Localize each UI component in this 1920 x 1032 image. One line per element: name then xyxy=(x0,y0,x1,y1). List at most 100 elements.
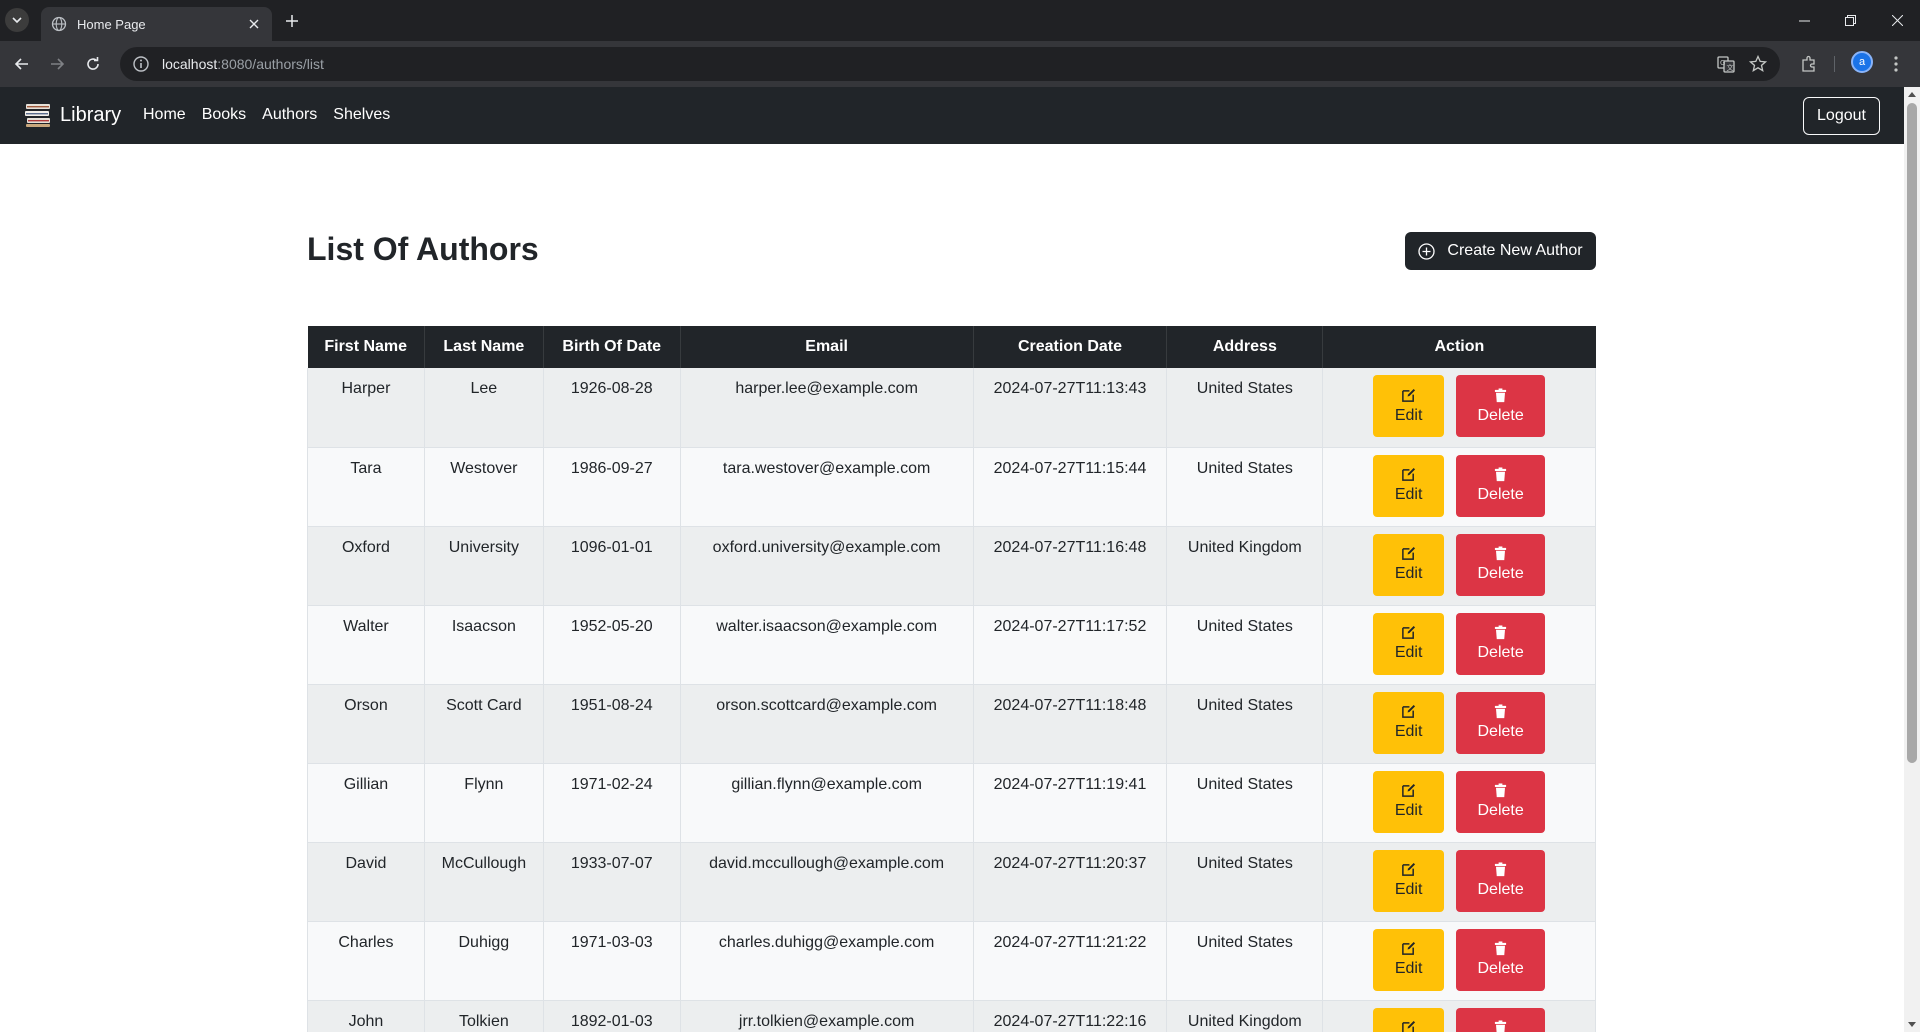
browser-menu-icon[interactable] xyxy=(1884,52,1908,76)
nav-authors[interactable]: Authors xyxy=(262,104,317,126)
delete-label: Delete xyxy=(1477,486,1524,503)
nav-shelves[interactable]: Shelves xyxy=(333,104,390,126)
table-row: Orson Scott Card 1951-08-24 orson.scottcard… xyxy=(307,684,1596,764)
edit-icon xyxy=(1401,941,1416,956)
action-cell: Edit Delete xyxy=(1322,368,1596,448)
table-row: Oxford University 1096-01-01 oxford.univers… xyxy=(307,526,1596,606)
birth-date-cell: 1952-05-20 xyxy=(543,605,681,685)
trash-icon xyxy=(1493,467,1508,482)
delete-button[interactable]: Delete xyxy=(1456,928,1546,991)
birth-date-cell: 1096-01-01 xyxy=(543,526,681,606)
delete-label: Delete xyxy=(1477,565,1524,582)
create-author-button[interactable]: Create New Author xyxy=(1405,232,1596,270)
address-cell: United States xyxy=(1166,684,1324,764)
scroll-down-icon[interactable] xyxy=(1908,1022,1916,1027)
toolbar-separator xyxy=(1834,56,1835,72)
header-creation-date: Creation Date xyxy=(973,326,1168,368)
delete-button[interactable]: Delete xyxy=(1456,375,1546,437)
trash-icon xyxy=(1493,704,1508,719)
scroll-up-icon[interactable] xyxy=(1908,92,1916,97)
profile-avatar[interactable]: a xyxy=(1851,51,1873,73)
scrollbar-thumb[interactable] xyxy=(1907,103,1917,763)
books-logo-icon xyxy=(25,104,50,127)
browser-toolbar: localhost:8080/authors/list G文 xyxy=(0,41,1920,87)
creation-date-cell: 2024-07-27T11:15:44 xyxy=(973,447,1168,527)
edit-button[interactable]: Edit xyxy=(1373,1007,1445,1032)
table-header: First Name Last Name Birth Of Date Email Cre… xyxy=(307,326,1596,368)
action-cell: Edit Delete xyxy=(1322,921,1596,1001)
table-row: Tara Westover 1986-09-27 tara.westover@exam… xyxy=(307,447,1596,527)
first-name-cell: Oxford xyxy=(307,526,425,606)
delete-label: Delete xyxy=(1477,644,1524,661)
minimize-icon[interactable] xyxy=(1781,0,1827,41)
nav-home[interactable]: Home xyxy=(143,104,186,126)
translate-icon[interactable]: G文 xyxy=(1714,52,1738,76)
back-icon[interactable] xyxy=(10,52,34,76)
delete-button[interactable]: Delete xyxy=(1456,1007,1546,1032)
creation-date-cell: 2024-07-27T11:22:16 xyxy=(973,1000,1168,1032)
address-bar[interactable]: localhost:8080/authors/list xyxy=(120,47,1780,81)
create-author-label: Create New Author xyxy=(1447,242,1583,259)
browser-tab[interactable]: Home Page xyxy=(41,7,272,41)
edit-button[interactable]: Edit xyxy=(1373,375,1445,437)
creation-date-cell: 2024-07-27T11:13:43 xyxy=(973,368,1168,448)
edit-label: Edit xyxy=(1394,565,1423,582)
birth-date-cell: 1933-07-07 xyxy=(543,842,681,922)
action-cell: Edit Delete xyxy=(1322,684,1596,764)
delete-button[interactable]: Delete xyxy=(1456,533,1546,596)
edit-button[interactable]: Edit xyxy=(1373,770,1445,833)
edit-button[interactable]: Edit xyxy=(1373,849,1445,912)
delete-button[interactable]: Delete xyxy=(1456,770,1546,833)
email-cell: oxford.university@example.com xyxy=(680,526,974,606)
delete-button[interactable]: Delete xyxy=(1456,454,1546,517)
page-scrollbar[interactable] xyxy=(1904,87,1920,1032)
logout-button[interactable]: Logout xyxy=(1803,97,1880,135)
reload-icon[interactable] xyxy=(81,52,105,76)
email-cell: david.mccullough@example.com xyxy=(680,842,974,922)
site-info-icon[interactable] xyxy=(132,55,150,73)
edit-button[interactable]: Edit xyxy=(1373,691,1445,754)
first-name-cell: Charles xyxy=(307,921,425,1001)
last-name-cell: Tolkien xyxy=(424,1000,544,1032)
delete-button[interactable]: Delete xyxy=(1456,849,1546,912)
header-birth-date: Birth Of Date xyxy=(543,326,681,368)
first-name-cell: Tara xyxy=(307,447,425,527)
last-name-cell: Scott Card xyxy=(424,684,544,764)
email-cell: charles.duhigg@example.com xyxy=(680,921,974,1001)
edit-button[interactable]: Edit xyxy=(1373,928,1445,991)
edit-label: Edit xyxy=(1394,802,1423,819)
address-cell: United States xyxy=(1166,447,1324,527)
tab-search-icon[interactable] xyxy=(5,8,29,32)
edit-icon xyxy=(1401,783,1416,798)
email-cell: orson.scottcard@example.com xyxy=(680,684,974,764)
last-name-cell: Westover xyxy=(424,447,544,527)
restore-icon[interactable] xyxy=(1827,0,1873,41)
delete-button[interactable]: Delete xyxy=(1456,612,1546,675)
action-cell: Edit Delete xyxy=(1322,1000,1596,1032)
svg-text:G: G xyxy=(1720,59,1725,67)
edit-button[interactable]: Edit xyxy=(1373,533,1445,596)
table-row: David McCullough 1933-07-07 david.mcculloug… xyxy=(307,842,1596,922)
bookmark-star-icon[interactable] xyxy=(1746,52,1770,76)
last-name-cell: Flynn xyxy=(424,763,544,843)
last-name-cell: Lee xyxy=(424,368,544,448)
address-cell: United States xyxy=(1166,842,1324,922)
birth-date-cell: 1986-09-27 xyxy=(543,447,681,527)
forward-icon[interactable] xyxy=(45,52,69,76)
birth-date-cell: 1971-03-03 xyxy=(543,921,681,1001)
globe-icon xyxy=(51,16,67,32)
edit-button[interactable]: Edit xyxy=(1373,612,1445,675)
action-cell: Edit Delete xyxy=(1322,842,1596,922)
new-tab-icon[interactable] xyxy=(280,9,304,33)
edit-label: Edit xyxy=(1394,406,1423,424)
extensions-icon[interactable] xyxy=(1797,52,1821,76)
brand[interactable]: Library xyxy=(24,101,121,129)
delete-button[interactable]: Delete xyxy=(1456,691,1546,754)
close-window-icon[interactable] xyxy=(1874,0,1920,41)
email-cell: walter.isaacson@example.com xyxy=(680,605,974,685)
edit-button[interactable]: Edit xyxy=(1373,454,1445,517)
authors-table: First Name Last Name Birth Of Date Email Cre… xyxy=(307,326,1596,1032)
close-tab-icon[interactable] xyxy=(246,16,262,32)
nav-books[interactable]: Books xyxy=(202,104,246,126)
svg-text:文: 文 xyxy=(1727,63,1734,72)
